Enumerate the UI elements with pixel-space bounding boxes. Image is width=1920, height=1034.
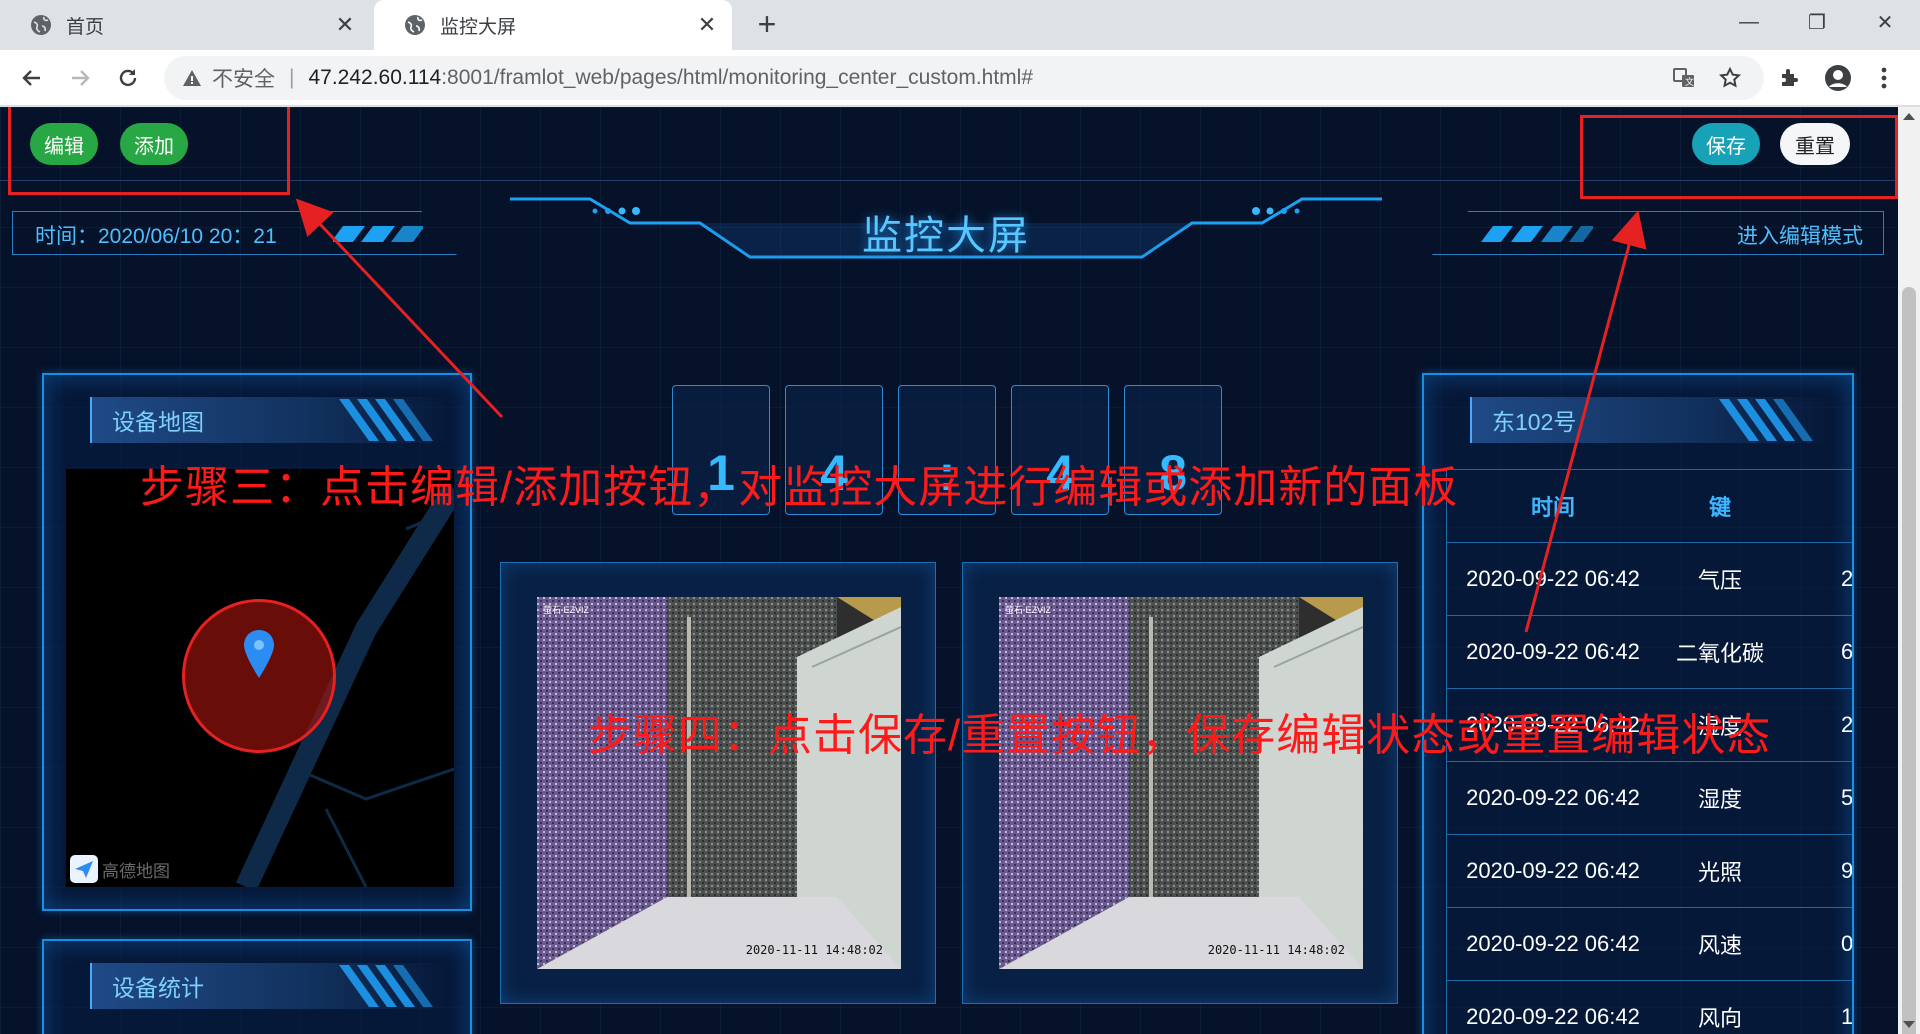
annotation-step-4: 步骤四：点击保存/重置按钮，保存编辑状态或重置编辑状态	[588, 711, 1772, 760]
annotation-step-3: 步骤三：点击编辑/添加按钮，对监控大屏进行编辑或添加新的面板	[140, 463, 1459, 512]
reload-icon[interactable]	[110, 60, 146, 96]
globe-icon	[405, 15, 425, 35]
annotation-arrows	[295, 198, 1647, 633]
page-scrollbar[interactable]	[1898, 107, 1920, 1034]
menu-icon[interactable]	[1868, 62, 1900, 94]
tab-title: 监控大屏	[440, 16, 517, 38]
bookmark-star-icon[interactable]	[1714, 62, 1746, 94]
tab-monitoring[interactable]: 监控大屏 ✕	[374, 0, 732, 50]
close-tab-icon[interactable]: ✕	[328, 8, 362, 42]
extensions-icon[interactable]	[1774, 62, 1806, 94]
scroll-up-icon[interactable]	[1903, 113, 1915, 120]
monitoring-page: 编辑 添加 保存 重置 时间：2020/06/10 20：21 监控大屏 进入编…	[0, 107, 1898, 1034]
tab-home[interactable]: 首页 ✕	[0, 0, 370, 50]
svg-text:文: 文	[1685, 76, 1694, 88]
scroll-down-icon[interactable]	[1903, 1021, 1915, 1028]
scrollbar-thumb[interactable]	[1902, 287, 1916, 1034]
minimize-icon[interactable]: —	[1720, 0, 1778, 44]
browser-tab-bar: 首页 ✕ 监控大屏 ✕ + — ❐ ✕	[0, 0, 1920, 50]
profile-icon[interactable]	[1822, 62, 1854, 94]
forward-icon[interactable]	[62, 60, 98, 96]
tab-title: 首页	[66, 16, 105, 38]
url-path: :8001/framlot_web/pages/html/monitoring_…	[441, 66, 1034, 89]
back-icon[interactable]	[14, 60, 50, 96]
security-label: 不安全	[212, 68, 275, 91]
address-bar[interactable]: 不安全 | 47.242.60.114 :8001/framlot_web/pa…	[164, 56, 1764, 100]
new-tab-button[interactable]: +	[748, 6, 786, 44]
warning-icon	[183, 70, 201, 86]
url-host: 47.242.60.114	[308, 66, 442, 89]
close-window-icon[interactable]: ✕	[1856, 0, 1914, 44]
browser-toolbar: 不安全 | 47.242.60.114 :8001/framlot_web/pa…	[0, 50, 1920, 106]
arrow-to-save-buttons	[1524, 210, 1647, 633]
translate-icon[interactable]: 文	[1668, 62, 1700, 94]
maximize-icon[interactable]: ❐	[1788, 0, 1846, 44]
globe-icon	[31, 15, 51, 35]
close-tab-icon[interactable]: ✕	[690, 8, 724, 42]
arrow-to-edit-buttons	[295, 198, 504, 419]
